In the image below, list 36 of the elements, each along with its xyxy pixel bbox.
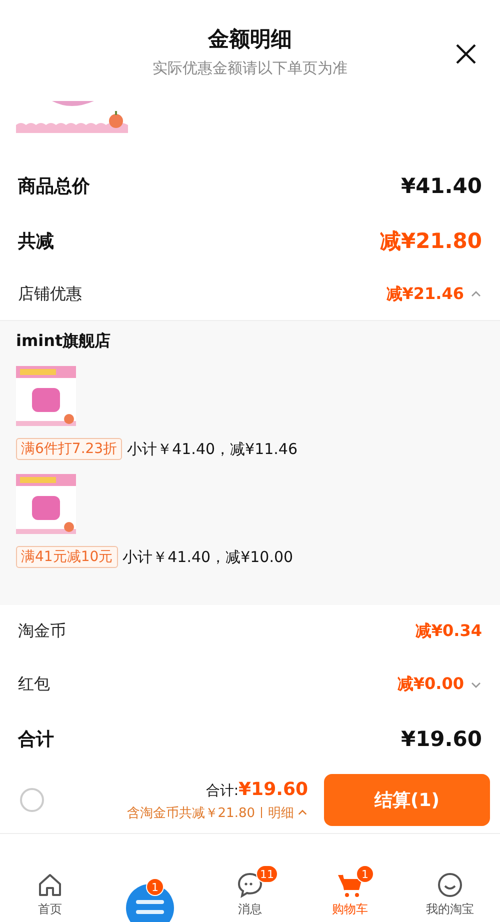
count-badge: 11 xyxy=(256,865,278,883)
row-value: 减¥0.34 xyxy=(415,621,482,642)
row-value: 减¥21.46 xyxy=(386,284,464,304)
row-value: 减¥0.00 xyxy=(397,674,464,695)
row-label: 共减 xyxy=(18,230,54,252)
select-all-checkbox[interactable] xyxy=(20,788,44,812)
subtotal-text: 小计￥41.40，减¥11.46 xyxy=(127,440,298,458)
detail-link[interactable]: 明细 xyxy=(268,804,294,822)
saving-text: 含淘金币共减￥21.80 xyxy=(126,804,255,822)
row-value: ¥41.40 xyxy=(400,174,482,198)
count-badge: 1 xyxy=(356,865,374,883)
row-label: 商品总价 xyxy=(18,174,90,198)
home-icon xyxy=(36,871,64,899)
close-icon[interactable] xyxy=(454,42,478,66)
tab-item[interactable]: 1 xyxy=(100,834,200,922)
promo-tag: 满41元减10元 xyxy=(16,546,118,568)
row-label: 店铺优惠 xyxy=(18,284,82,304)
row-label: 淘金币 xyxy=(18,621,66,642)
promo-tag: 满6件打7.23折 xyxy=(16,438,122,460)
total-label: 合计: xyxy=(206,782,239,798)
sheet-title: 金额明细 xyxy=(208,26,292,53)
row-value: ¥19.60 xyxy=(400,727,482,751)
sheet-subtitle: 实际优惠金额请以下单页为准 xyxy=(152,59,348,78)
tab-item[interactable]: 11 消息 xyxy=(200,834,300,922)
smile-icon xyxy=(436,871,464,899)
row-value: 减¥21.80 xyxy=(380,228,482,254)
tab-item[interactable]: 1 购物车 xyxy=(300,834,400,922)
subtotal-text: 小计￥41.40，减¥10.00 xyxy=(122,548,294,566)
checkout-button[interactable]: 结算(1) xyxy=(324,774,490,826)
row-label: 红包 xyxy=(18,674,50,695)
row-label: 合计 xyxy=(18,728,54,751)
total-value: ¥19.60 xyxy=(238,778,308,800)
store-name: imint旗舰店 xyxy=(16,331,112,352)
count-badge: 1 xyxy=(146,878,164,896)
tab-item[interactable]: 我的淘宝 xyxy=(400,834,500,922)
tab-item[interactable]: 首页 xyxy=(0,834,100,922)
